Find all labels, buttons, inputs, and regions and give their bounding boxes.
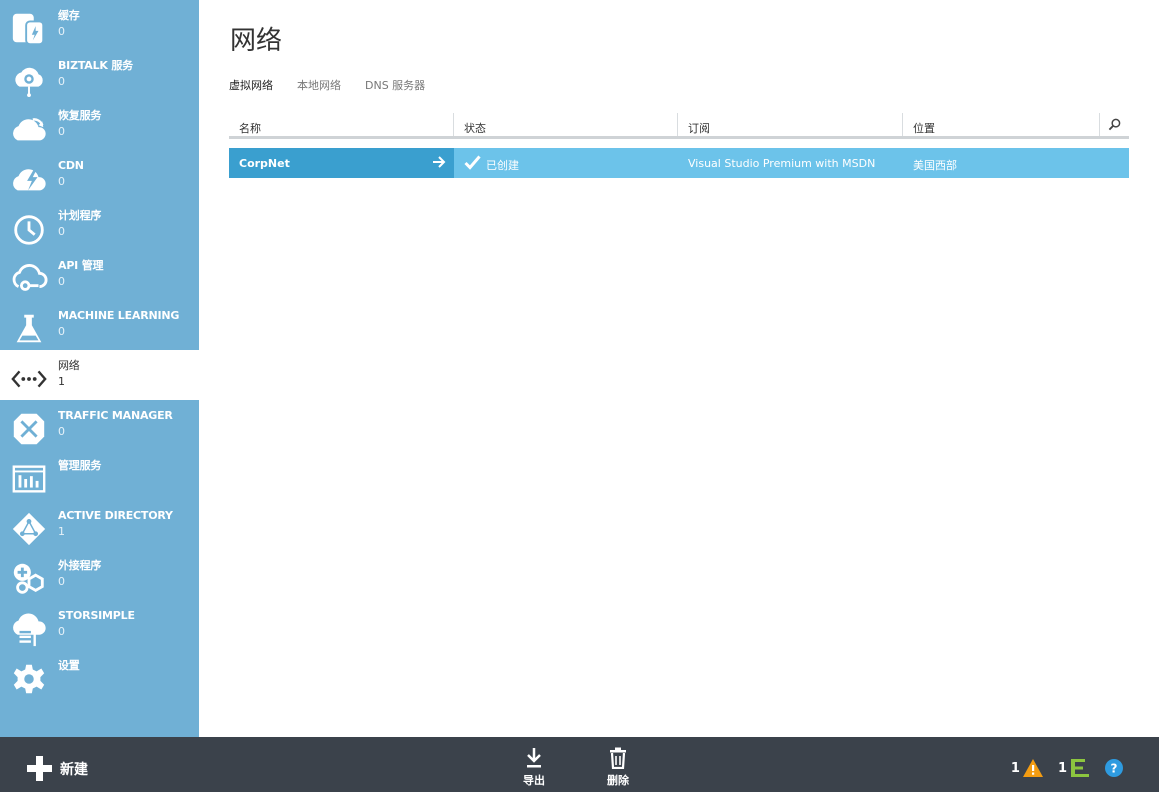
svg-text:?: ? [1111, 762, 1118, 776]
sidebar-item-count: 0 [58, 425, 65, 438]
column-header-name[interactable]: 名称 [229, 113, 454, 136]
management-services-icon [0, 458, 58, 500]
sidebar-item-cdn[interactable]: CDN 0 [0, 150, 199, 200]
sidebar-item-label: TRAFFIC MANAGER [58, 409, 173, 422]
progress-icon [1071, 759, 1089, 777]
tab-virtual-networks[interactable]: 虚拟网络 [229, 77, 273, 93]
biztalk-icon [0, 58, 58, 100]
sidebar-item-management-services[interactable]: 管理服务 [0, 450, 199, 500]
column-header-subscription[interactable]: 订阅 [678, 113, 903, 136]
network-icon [0, 358, 58, 400]
tab-dns-servers[interactable]: DNS 服务器 [365, 77, 425, 93]
add-ons-icon [0, 558, 58, 600]
tab-bar: 虚拟网络 本地网络 DNS 服务器 [229, 77, 449, 93]
delete-button[interactable]: 删除 [607, 747, 629, 788]
status-area: 1 1 ? [997, 758, 1123, 778]
tab-local-networks[interactable]: 本地网络 [297, 77, 341, 93]
sidebar-item-machine-learning[interactable]: MACHINE LEARNING 0 [0, 300, 199, 350]
row-name: CorpNet [239, 157, 290, 170]
warnings-indicator[interactable]: 1 [1011, 758, 1044, 778]
sidebar-item-active-directory[interactable]: ACTIVE DIRECTORY 1 [0, 500, 199, 550]
sidebar-item-label: API 管理 [58, 259, 104, 272]
sidebar-item-label: ACTIVE DIRECTORY [58, 509, 173, 522]
row-subscription: Visual Studio Premium with MSDN [688, 157, 876, 170]
sidebar-item-settings[interactable]: 设置 [0, 650, 199, 700]
row-status: 已创建 [486, 159, 519, 172]
sidebar-item-label: STORSIMPLE [58, 609, 135, 622]
sidebar-item-api-management[interactable]: API 管理 0 [0, 250, 199, 300]
storsimple-icon [0, 608, 58, 650]
row-name-cell[interactable]: CorpNet [229, 148, 454, 178]
sidebar-item-cache[interactable]: 缓存 0 [0, 0, 199, 50]
sidebar-item-label: 管理服务 [58, 459, 102, 472]
command-bar: 新建 导出 删除 1 1 ? [0, 737, 1159, 792]
arrow-right-icon[interactable] [432, 155, 446, 169]
delete-button-label: 删除 [607, 774, 629, 787]
download-icon [527, 748, 541, 768]
table-row[interactable]: CorpNet 已创建 Visual Studio Premium with M… [229, 148, 1129, 178]
sidebar-item-count: 0 [58, 25, 65, 38]
sidebar-item-add-ons[interactable]: 外接程序 0 [0, 550, 199, 600]
sidebar-item-count: 0 [58, 125, 65, 138]
progress-count: 1 [1057, 760, 1067, 776]
help-icon: ? [1105, 759, 1123, 777]
sidebar-item-label: 设置 [58, 659, 80, 672]
sidebar-item-storsimple[interactable]: STORSIMPLE 0 [0, 600, 199, 650]
sidebar-item-count: 0 [58, 625, 65, 638]
search-icon [1108, 118, 1121, 131]
api-management-icon [0, 258, 58, 300]
export-button[interactable]: 导出 [523, 747, 545, 788]
checkmark-icon [464, 155, 481, 170]
warning-count: 1 [1010, 760, 1020, 776]
sidebar-item-count: 0 [58, 175, 65, 188]
page-title: 网络 [230, 26, 283, 56]
scheduler-icon [0, 208, 58, 250]
sidebar-item-count: 0 [58, 575, 65, 588]
trash-icon [610, 747, 626, 769]
new-button-label: 新建 [60, 761, 88, 778]
sidebar-item-label: 外接程序 [58, 559, 102, 572]
sidebar-item-label: 缓存 [58, 9, 80, 22]
grid-header: 名称 状态 订阅 位置 [229, 113, 1129, 139]
column-header-status[interactable]: 状态 [454, 113, 678, 136]
column-header-location[interactable]: 位置 [903, 113, 1099, 136]
sidebar-item-label: CDN [58, 159, 84, 172]
recovery-icon [0, 108, 58, 150]
sidebar-item-label: BIZTALK 服务 [58, 59, 133, 72]
sidebar-item-count: 0 [58, 225, 65, 238]
export-button-label: 导出 [523, 774, 545, 787]
row-spacer [1099, 148, 1129, 178]
settings-icon [0, 658, 58, 700]
new-button[interactable]: 新建 [27, 756, 88, 781]
main-content: 网络 虚拟网络 本地网络 DNS 服务器 名称 状态 订阅 位置 CorpNet… [199, 0, 1159, 737]
sidebar-item-label: 恢复服务 [58, 109, 102, 122]
sidebar-item-biztalk[interactable]: BIZTALK 服务 0 [0, 50, 199, 100]
sidebar-item-scheduler[interactable]: 计划程序 0 [0, 200, 199, 250]
grid-search-button[interactable] [1099, 113, 1129, 136]
active-directory-icon [0, 508, 58, 550]
cdn-icon [0, 158, 58, 200]
row-location: 美国西部 [913, 159, 957, 172]
sidebar-item-count: 1 [58, 525, 65, 538]
sidebar-item-count: 0 [58, 275, 65, 288]
warning-icon [1022, 759, 1043, 777]
sidebar-item-recovery[interactable]: 恢复服务 0 [0, 100, 199, 150]
help-button[interactable]: ? [1105, 759, 1123, 777]
sidebar-item-count: 0 [58, 325, 65, 338]
sidebar-item-traffic-manager[interactable]: TRAFFIC MANAGER 0 [0, 400, 199, 450]
sidebar-item-label: MACHINE LEARNING [58, 309, 180, 322]
row-status-cell: 已创建 [454, 148, 678, 178]
sidebar-item-label: 网络 [58, 359, 80, 372]
cache-icon [0, 8, 58, 50]
sidebar: 缓存 0 BIZTALK 服务 0 恢复服务 0 CDN 0 计划程序 0 API 管理 0 [0, 0, 199, 737]
sidebar-item-count: 0 [58, 75, 65, 88]
sidebar-item-count: 1 [58, 375, 65, 388]
sidebar-item-label: 计划程序 [58, 209, 102, 222]
progress-indicator[interactable]: 1 [1058, 758, 1091, 778]
plus-icon [27, 756, 52, 781]
machine-learning-icon [0, 308, 58, 350]
sidebar-item-network[interactable]: 网络 1 [0, 350, 199, 400]
traffic-manager-icon [0, 408, 58, 450]
network-grid: 名称 状态 订阅 位置 CorpNet 已创建 Visual Studio Pr… [229, 113, 1129, 178]
